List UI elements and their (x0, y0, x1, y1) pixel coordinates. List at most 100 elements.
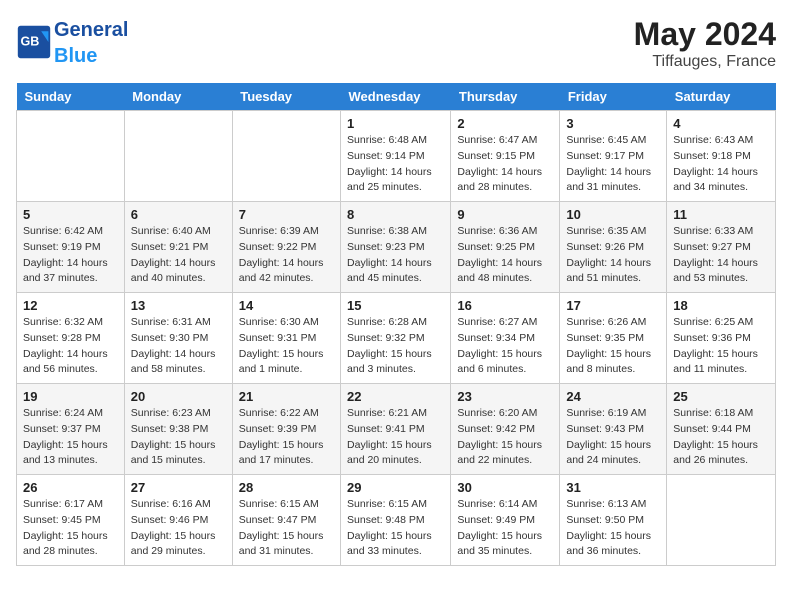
calendar-day-cell: 25 Sunrise: 6:18 AMSunset: 9:44 PMDayligh… (667, 384, 776, 475)
calendar-day-cell: 22 Sunrise: 6:21 AMSunset: 9:41 PMDayligh… (341, 384, 451, 475)
day-info: Sunrise: 6:33 AMSunset: 9:27 PMDaylight:… (673, 224, 769, 287)
calendar-table: SundayMondayTuesdayWednesdayThursdayFrid… (16, 83, 776, 566)
calendar-header-row: SundayMondayTuesdayWednesdayThursdayFrid… (17, 83, 776, 111)
day-info: Sunrise: 6:25 AMSunset: 9:36 PMDaylight:… (673, 315, 769, 378)
calendar-day-cell: 30Sunrise: 6:14 AMSunset: 9:49 PMDayligh… (451, 475, 560, 566)
day-info: Sunrise: 6:18 AMSunset: 9:44 PMDaylight:… (673, 406, 769, 469)
day-info: Sunrise: 6:38 AMSunset: 9:23 PMDaylight:… (347, 224, 444, 287)
day-info: Sunrise: 6:40 AMSunset: 9:21 PMDaylight:… (131, 224, 226, 287)
day-number: 20 (131, 389, 226, 404)
calendar-week-row: 5 Sunrise: 6:42 AMSunset: 9:19 PMDaylight… (17, 202, 776, 293)
svg-text:GB: GB (21, 35, 40, 49)
day-info: Sunrise: 6:26 AMSunset: 9:35 PMDaylight:… (566, 315, 660, 378)
day-number: 29 (347, 480, 444, 495)
calendar-day-cell: 11 Sunrise: 6:33 AMSunset: 9:27 PMDayligh… (667, 202, 776, 293)
calendar-day-cell: 14 Sunrise: 6:30 AMSunset: 9:31 PMDayligh… (232, 293, 340, 384)
day-info: Sunrise: 6:47 AMSunset: 9:15 PMDaylight:… (457, 133, 553, 196)
day-info: Sunrise: 6:14 AMSunset: 9:49 PMDaylight:… (457, 497, 553, 560)
day-info: Sunrise: 6:21 AMSunset: 9:41 PMDaylight:… (347, 406, 444, 469)
calendar-week-row: 26 Sunrise: 6:17 AMSunset: 9:45 PMDayligh… (17, 475, 776, 566)
day-number: 12 (23, 298, 118, 313)
day-info: Sunrise: 6:13 AMSunset: 9:50 PMDaylight:… (566, 497, 660, 560)
title-block: May 2024 Tiffauges, France (634, 16, 776, 71)
calendar-day-cell: 6 Sunrise: 6:40 AMSunset: 9:21 PMDaylight… (124, 202, 232, 293)
calendar-day-cell: 5 Sunrise: 6:42 AMSunset: 9:19 PMDaylight… (17, 202, 125, 293)
calendar-day-cell: 28Sunrise: 6:15 AMSunset: 9:47 PMDayligh… (232, 475, 340, 566)
day-number: 6 (131, 207, 226, 222)
day-info: Sunrise: 6:15 AMSunset: 9:48 PMDaylight:… (347, 497, 444, 560)
day-number: 8 (347, 207, 444, 222)
calendar-day-cell (17, 111, 125, 202)
calendar-day-cell (232, 111, 340, 202)
calendar-day-cell: 26 Sunrise: 6:17 AMSunset: 9:45 PMDayligh… (17, 475, 125, 566)
day-info: Sunrise: 6:36 AMSunset: 9:25 PMDaylight:… (457, 224, 553, 287)
calendar-day-cell: 19 Sunrise: 6:24 AMSunset: 9:37 PMDayligh… (17, 384, 125, 475)
day-number: 5 (23, 207, 118, 222)
day-number: 2 (457, 116, 553, 131)
calendar-day-cell: 15 Sunrise: 6:28 AMSunset: 9:32 PMDayligh… (341, 293, 451, 384)
calendar-week-row: 12 Sunrise: 6:32 AMSunset: 9:28 PMDayligh… (17, 293, 776, 384)
day-number: 22 (347, 389, 444, 404)
day-info: Sunrise: 6:32 AMSunset: 9:28 PMDaylight:… (23, 315, 118, 378)
calendar-day-cell (124, 111, 232, 202)
calendar-day-cell: 10Sunrise: 6:35 AMSunset: 9:26 PMDayligh… (560, 202, 667, 293)
calendar-day-cell: 2 Sunrise: 6:47 AMSunset: 9:15 PMDaylight… (451, 111, 560, 202)
day-info: Sunrise: 6:43 AMSunset: 9:18 PMDaylight:… (673, 133, 769, 196)
day-header: Wednesday (341, 83, 451, 111)
calendar-day-cell (667, 475, 776, 566)
calendar-day-cell: 8 Sunrise: 6:38 AMSunset: 9:23 PMDaylight… (341, 202, 451, 293)
calendar-day-cell: 13 Sunrise: 6:31 AMSunset: 9:30 PMDayligh… (124, 293, 232, 384)
logo: GB General Blue (16, 16, 128, 68)
day-info: Sunrise: 6:22 AMSunset: 9:39 PMDaylight:… (239, 406, 334, 469)
day-number: 24 (566, 389, 660, 404)
day-number: 10 (566, 207, 660, 222)
day-number: 15 (347, 298, 444, 313)
day-number: 11 (673, 207, 769, 222)
day-number: 23 (457, 389, 553, 404)
calendar-week-row: 19 Sunrise: 6:24 AMSunset: 9:37 PMDayligh… (17, 384, 776, 475)
day-info: Sunrise: 6:20 AMSunset: 9:42 PMDaylight:… (457, 406, 553, 469)
day-info: Sunrise: 6:31 AMSunset: 9:30 PMDaylight:… (131, 315, 226, 378)
day-info: Sunrise: 6:30 AMSunset: 9:31 PMDaylight:… (239, 315, 334, 378)
day-info: Sunrise: 6:24 AMSunset: 9:37 PMDaylight:… (23, 406, 118, 469)
calendar-day-cell: 27 Sunrise: 6:16 AMSunset: 9:46 PMDayligh… (124, 475, 232, 566)
day-info: Sunrise: 6:28 AMSunset: 9:32 PMDaylight:… (347, 315, 444, 378)
calendar-day-cell: 23 Sunrise: 6:20 AMSunset: 9:42 PMDayligh… (451, 384, 560, 475)
day-header: Monday (124, 83, 232, 111)
day-info: Sunrise: 6:27 AMSunset: 9:34 PMDaylight:… (457, 315, 553, 378)
day-header: Friday (560, 83, 667, 111)
calendar-week-row: 1Sunrise: 6:48 AMSunset: 9:14 PMDaylight… (17, 111, 776, 202)
day-info: Sunrise: 6:16 AMSunset: 9:46 PMDaylight:… (131, 497, 226, 560)
day-header: Tuesday (232, 83, 340, 111)
calendar-day-cell: 12 Sunrise: 6:32 AMSunset: 9:28 PMDayligh… (17, 293, 125, 384)
day-info: Sunrise: 6:45 AMSunset: 9:17 PMDaylight:… (566, 133, 660, 196)
day-info: Sunrise: 6:39 AMSunset: 9:22 PMDaylight:… (239, 224, 334, 287)
page-header: GB General Blue May 2024 Tiffauges, Fran… (16, 16, 776, 71)
calendar-day-cell: 4Sunrise: 6:43 AMSunset: 9:18 PMDaylight… (667, 111, 776, 202)
day-number: 1 (347, 116, 444, 131)
day-info: Sunrise: 6:42 AMSunset: 9:19 PMDaylight:… (23, 224, 118, 287)
calendar-day-cell: 17Sunrise: 6:26 AMSunset: 9:35 PMDayligh… (560, 293, 667, 384)
day-number: 19 (23, 389, 118, 404)
calendar-day-cell: 3Sunrise: 6:45 AMSunset: 9:17 PMDaylight… (560, 111, 667, 202)
location: Tiffauges, France (634, 53, 776, 71)
calendar-day-cell: 21 Sunrise: 6:22 AMSunset: 9:39 PMDayligh… (232, 384, 340, 475)
day-number: 27 (131, 480, 226, 495)
calendar-day-cell: 24Sunrise: 6:19 AMSunset: 9:43 PMDayligh… (560, 384, 667, 475)
logo-blue: Blue (54, 45, 97, 67)
day-number: 21 (239, 389, 334, 404)
day-number: 14 (239, 298, 334, 313)
day-info: Sunrise: 6:17 AMSunset: 9:45 PMDaylight:… (23, 497, 118, 560)
day-number: 13 (131, 298, 226, 313)
day-info: Sunrise: 6:15 AMSunset: 9:47 PMDaylight:… (239, 497, 334, 560)
calendar-day-cell: 16 Sunrise: 6:27 AMSunset: 9:34 PMDayligh… (451, 293, 560, 384)
day-number: 7 (239, 207, 334, 222)
day-header: Sunday (17, 83, 125, 111)
day-header: Saturday (667, 83, 776, 111)
day-number: 9 (457, 207, 553, 222)
day-number: 16 (457, 298, 553, 313)
day-number: 26 (23, 480, 118, 495)
day-number: 25 (673, 389, 769, 404)
calendar-day-cell: 18Sunrise: 6:25 AMSunset: 9:36 PMDayligh… (667, 293, 776, 384)
calendar-day-cell: 1Sunrise: 6:48 AMSunset: 9:14 PMDaylight… (341, 111, 451, 202)
